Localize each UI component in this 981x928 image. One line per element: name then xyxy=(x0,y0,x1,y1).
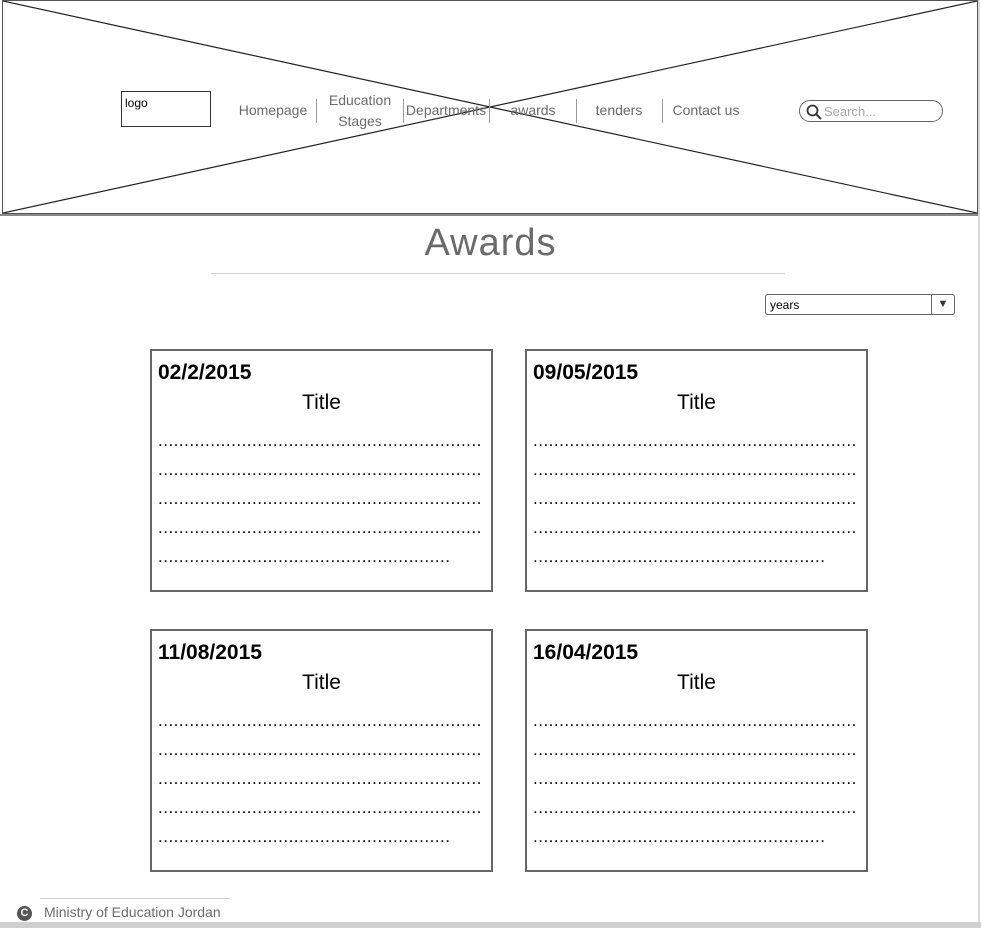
search-icon[interactable] xyxy=(806,104,822,120)
award-title[interactable]: Title xyxy=(527,671,866,695)
nav-separator xyxy=(316,99,317,123)
nav-item-contact-us[interactable]: Contact us xyxy=(668,100,744,121)
dropdown-arrow-icon[interactable]: ▼ xyxy=(931,295,954,314)
award-card[interactable]: 16/04/2015 Title .......................… xyxy=(525,629,868,872)
award-card[interactable]: 11/08/2015 Title .......................… xyxy=(150,629,493,872)
award-text-placeholder: ........................................… xyxy=(158,431,483,566)
award-text-placeholder: ........................................… xyxy=(158,711,483,846)
copyright-icon: C xyxy=(17,906,32,921)
window-bottom-border xyxy=(0,922,981,928)
search-box[interactable] xyxy=(799,100,943,122)
copyright-text: Ministry of Education Jordan xyxy=(44,904,221,920)
nav-separator xyxy=(489,99,490,123)
nav-separator xyxy=(576,99,577,123)
award-card[interactable]: 09/05/2015 Title .......................… xyxy=(525,349,868,592)
page-title: Awards xyxy=(424,222,557,264)
award-date: 02/2/2015 xyxy=(158,361,252,384)
header-divider xyxy=(0,214,978,216)
nav-item-tenders[interactable]: tenders xyxy=(584,100,654,121)
logo-text: logo xyxy=(125,96,148,110)
nav-item-departments[interactable]: Departments xyxy=(404,100,488,121)
award-title[interactable]: Title xyxy=(527,391,866,415)
award-date: 11/08/2015 xyxy=(158,641,262,664)
award-text-placeholder: ........................................… xyxy=(533,431,858,566)
award-title[interactable]: Title xyxy=(152,391,491,415)
logo[interactable]: logo xyxy=(121,91,211,127)
nav-item-homepage[interactable]: Homepage xyxy=(238,100,308,121)
nav-separator xyxy=(662,99,663,123)
nav-item-awards[interactable]: awards xyxy=(497,100,569,121)
search-input[interactable] xyxy=(824,102,936,120)
award-date: 16/04/2015 xyxy=(533,641,639,664)
footer-divider xyxy=(40,898,230,899)
nav-item-education-stages[interactable]: Education Stages xyxy=(324,90,396,132)
years-dropdown[interactable]: years ▼ xyxy=(765,294,955,315)
window-right-border xyxy=(978,0,980,928)
award-date: 09/05/2015 xyxy=(533,361,639,384)
years-dropdown-value: years xyxy=(770,298,800,312)
title-divider xyxy=(211,273,785,274)
award-card[interactable]: 02/2/2015 Title ........................… xyxy=(150,349,493,592)
award-text-placeholder: ........................................… xyxy=(533,711,858,846)
award-title[interactable]: Title xyxy=(152,671,491,695)
